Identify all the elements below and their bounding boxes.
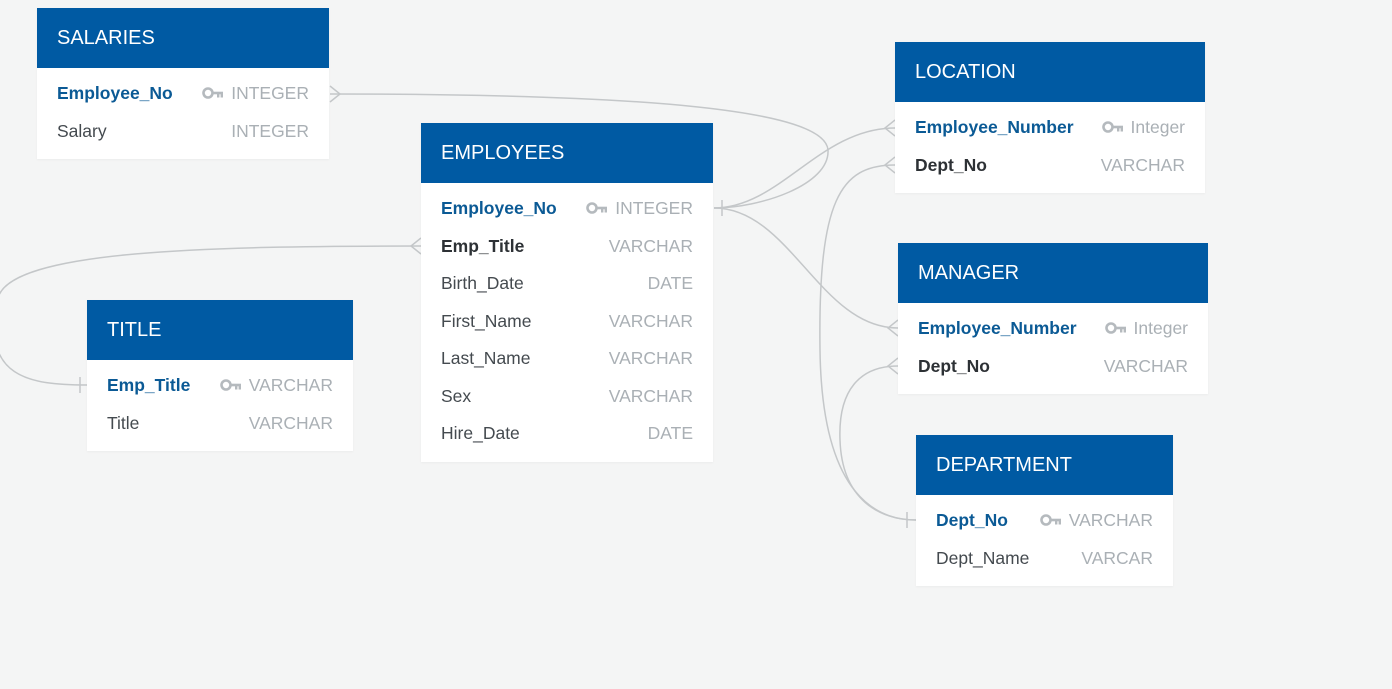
key-icon bbox=[1104, 322, 1126, 334]
field-name: Emp_Title bbox=[107, 375, 191, 395]
entity-manager[interactable]: MANAGER Employee_Number Integer Dept_No VAR… bbox=[898, 243, 1208, 394]
entity-salaries[interactable]: SALARIES Employee_No INTEGER Salary INTEGER bbox=[37, 8, 329, 159]
key-icon bbox=[219, 379, 241, 391]
field-row[interactable]: Dept_No VARCHAR bbox=[916, 502, 1173, 540]
entity-fields: Dept_No VARCHAR Dept_Name VARCAR bbox=[916, 495, 1173, 586]
field-type: VARCHAR bbox=[1101, 147, 1185, 185]
field-type-label: Integer bbox=[1130, 117, 1185, 137]
field-name: Dept_No bbox=[918, 355, 990, 376]
field-row[interactable]: Emp_Title VARCHAR bbox=[421, 228, 713, 266]
entity-header[interactable]: SALARIES bbox=[37, 8, 329, 68]
field-type: DATE bbox=[648, 415, 693, 453]
field-name: Hire_Date bbox=[441, 423, 520, 443]
field-row[interactable]: Emp_Title VARCHAR bbox=[87, 367, 353, 405]
field-name: Dept_No bbox=[915, 154, 987, 175]
field-name: Emp_Title bbox=[441, 235, 525, 256]
key-icon bbox=[1101, 121, 1123, 133]
field-type: VARCHAR bbox=[219, 367, 333, 405]
field-type: Integer bbox=[1104, 310, 1188, 348]
field-name: Employee_No bbox=[441, 198, 557, 218]
entity-location[interactable]: LOCATION Employee_Number Integer Dept_No VA… bbox=[895, 42, 1205, 193]
relationship-line bbox=[713, 127, 896, 209]
field-type: DATE bbox=[648, 265, 693, 303]
er-diagram-canvas[interactable]: SALARIES Employee_No INTEGER Salary INTEGER… bbox=[0, 0, 1392, 689]
field-type-label: Integer bbox=[1133, 318, 1188, 338]
field-name: Dept_No bbox=[936, 510, 1008, 530]
field-type: INTEGER bbox=[231, 113, 309, 151]
field-type-label: DATE bbox=[647, 273, 693, 293]
field-type: Integer bbox=[1101, 109, 1185, 147]
field-type-label: INTEGER bbox=[231, 120, 309, 141]
field-row[interactable]: Employee_Number Integer bbox=[895, 109, 1205, 147]
field-row[interactable]: Dept_No VARCHAR bbox=[895, 147, 1205, 185]
field-name: Employee_No bbox=[57, 83, 173, 103]
field-name: Dept_Name bbox=[936, 547, 1030, 568]
field-row[interactable]: Employee_No INTEGER bbox=[37, 75, 329, 113]
field-type-label: VARCHAR bbox=[248, 375, 333, 395]
field-type-label: INTEGER bbox=[231, 83, 309, 103]
field-type-label: VARCHAR bbox=[608, 348, 693, 368]
field-type: VARCAR bbox=[1081, 540, 1153, 578]
field-row[interactable]: Dept_Name VARCAR bbox=[916, 540, 1173, 578]
field-type-label: VARCHAR bbox=[608, 385, 693, 406]
key-icon bbox=[202, 87, 224, 99]
field-name: Employee_Number bbox=[918, 318, 1077, 338]
field-type: VARCHAR bbox=[609, 228, 693, 266]
entity-fields: Employee_No INTEGER Emp_Title VARCHAR Birth_… bbox=[421, 183, 713, 462]
field-name: Last_Name bbox=[441, 348, 531, 368]
field-name: Salary bbox=[57, 120, 107, 141]
field-row[interactable]: Salary INTEGER bbox=[37, 113, 329, 151]
field-type: VARCHAR bbox=[609, 340, 693, 378]
field-type: VARCHAR bbox=[1104, 348, 1188, 386]
key-icon bbox=[1039, 514, 1061, 526]
entity-header[interactable]: DEPARTMENT bbox=[916, 435, 1173, 495]
entity-fields: Employee_No INTEGER Salary INTEGER bbox=[37, 68, 329, 159]
relationship-line bbox=[713, 207, 899, 329]
field-type-label: VARCHAR bbox=[1103, 355, 1188, 376]
field-row[interactable]: Last_Name VARCHAR bbox=[421, 340, 713, 378]
field-type: VARCHAR bbox=[609, 303, 693, 341]
field-type-label: VARCAR bbox=[1081, 547, 1153, 568]
field-type-label: VARCHAR bbox=[1068, 510, 1153, 530]
field-name: Birth_Date bbox=[441, 273, 524, 293]
field-type: VARCHAR bbox=[609, 378, 693, 416]
field-row[interactable]: Employee_Number Integer bbox=[898, 310, 1208, 348]
entity-header[interactable]: EMPLOYEES bbox=[421, 123, 713, 183]
entity-header[interactable]: LOCATION bbox=[895, 42, 1205, 102]
field-type: INTEGER bbox=[586, 190, 693, 228]
field-name: Sex bbox=[441, 385, 472, 406]
field-type: VARCHAR bbox=[1039, 502, 1153, 540]
field-type-label: VARCHAR bbox=[1100, 154, 1185, 175]
entity-title[interactable]: TITLE Emp_Title VARCHAR Title VARCHAR bbox=[87, 300, 353, 451]
entity-department[interactable]: DEPARTMENT Dept_No VARCHAR Dept_Name VARCAR bbox=[916, 435, 1173, 586]
entity-fields: Employee_Number Integer Dept_No VARCHAR bbox=[898, 303, 1208, 394]
field-row[interactable]: Dept_No VARCHAR bbox=[898, 348, 1208, 386]
field-row[interactable]: Sex VARCHAR bbox=[421, 378, 713, 416]
field-row[interactable]: Employee_No INTEGER bbox=[421, 190, 713, 228]
field-type-label: DATE bbox=[647, 423, 693, 443]
entity-fields: Employee_Number Integer Dept_No VARCHAR bbox=[895, 102, 1205, 193]
field-type-label: VARCHAR bbox=[248, 412, 333, 433]
entity-header[interactable]: MANAGER bbox=[898, 243, 1208, 303]
field-name: First_Name bbox=[441, 310, 532, 331]
field-name: Title bbox=[107, 412, 140, 433]
field-row[interactable]: Birth_Date DATE bbox=[421, 265, 713, 303]
field-row[interactable]: First_Name VARCHAR bbox=[421, 303, 713, 341]
entity-employees[interactable]: EMPLOYEES Employee_No INTEGER Emp_Title VAR… bbox=[421, 123, 713, 462]
entity-fields: Emp_Title VARCHAR Title VARCHAR bbox=[87, 360, 353, 451]
field-type-label: VARCHAR bbox=[608, 235, 693, 256]
field-type: INTEGER bbox=[202, 75, 309, 113]
key-icon bbox=[586, 202, 608, 214]
field-type-label: INTEGER bbox=[615, 198, 693, 218]
field-name: Employee_Number bbox=[915, 117, 1074, 137]
entity-header[interactable]: TITLE bbox=[87, 300, 353, 360]
field-type: VARCHAR bbox=[249, 405, 333, 443]
field-row[interactable]: Title VARCHAR bbox=[87, 405, 353, 443]
field-type-label: VARCHAR bbox=[608, 310, 693, 331]
field-row[interactable]: Hire_Date DATE bbox=[421, 415, 713, 453]
